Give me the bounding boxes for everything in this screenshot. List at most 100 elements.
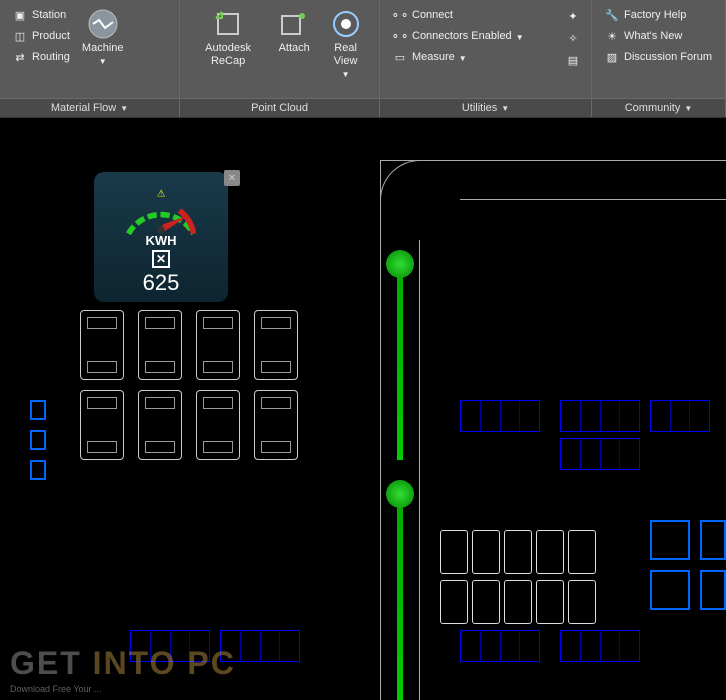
factory-help-button[interactable]: 🔧 Factory Help [602, 6, 714, 24]
measure-button[interactable]: ▭ Measure ▼ [390, 48, 557, 66]
recap-icon [212, 8, 244, 40]
factory-help-label: Factory Help [624, 9, 686, 21]
machine-unit [254, 390, 298, 460]
watermark-sub: Download Free Your ... [10, 684, 102, 694]
unit [504, 580, 532, 624]
panel-title-community[interactable]: Community ▼ [592, 98, 725, 117]
chevron-down-icon: ▼ [120, 104, 128, 113]
realview-label: Real View [324, 42, 367, 68]
machine-button[interactable]: Machine ▼ [76, 4, 130, 70]
realview-icon [330, 8, 362, 40]
gauge-unit: KWH [145, 233, 176, 248]
help-icon: 🔧 [604, 7, 620, 23]
pallet [650, 400, 710, 432]
routing-label: Routing [32, 51, 70, 63]
svg-text:⚠: ⚠ [157, 189, 165, 199]
tool-icon-1[interactable]: ✦ [565, 8, 581, 24]
machine-unit [254, 310, 298, 380]
chevron-down-icon: ▼ [342, 70, 350, 79]
chevron-down-icon: ▼ [99, 57, 107, 66]
unit [568, 530, 596, 574]
measure-icon: ▭ [392, 49, 408, 65]
unit [568, 580, 596, 624]
gauge-widget[interactable]: ✕ ⚠ KWH ✕ 625 [94, 172, 228, 302]
whats-new-label: What's New [624, 30, 682, 42]
station-label: Station [32, 9, 66, 21]
panel-community: 🔧 Factory Help ☀ What's New ▨ Discussion… [592, 0, 726, 117]
attach-icon [278, 8, 310, 40]
realview-button[interactable]: Real View ▼ [318, 4, 373, 83]
panel-material-flow: ▣ Station ◫ Product ⇄ Routing Machine ▼ [0, 0, 180, 117]
flow-node [386, 250, 414, 278]
machine-unit [138, 390, 182, 460]
sun-icon: ☀ [604, 28, 620, 44]
unit-row [440, 580, 596, 624]
station-icon: ▣ [12, 7, 28, 23]
discussion-label: Discussion Forum [624, 51, 712, 63]
connectors-icon: ⚬⚬ [392, 28, 408, 44]
machine-unit [138, 310, 182, 380]
machine-label: Machine [82, 42, 124, 55]
routing-button[interactable]: ⇄ Routing [10, 48, 72, 66]
chevron-down-icon: ▼ [501, 104, 509, 113]
product-button[interactable]: ◫ Product [10, 27, 72, 45]
blue-box [700, 520, 726, 560]
close-icon[interactable]: ✕ [224, 170, 240, 186]
blue-box [650, 570, 690, 610]
panel-title-point-cloud: Point Cloud [180, 98, 379, 117]
pallet [460, 400, 540, 432]
product-icon: ◫ [12, 28, 28, 44]
unit [472, 530, 500, 574]
panel-utilities: ⚬⚬ Connect ⚬⚬ Connectors Enabled ▼ ▭ Mea… [380, 0, 592, 117]
recap-button[interactable]: Autodesk ReCap [186, 4, 270, 72]
attach-label: Attach [279, 42, 310, 55]
conveyor-curve [380, 160, 460, 240]
unit [440, 580, 468, 624]
pallet [460, 630, 540, 662]
small-box [30, 400, 46, 420]
pallet [560, 630, 640, 662]
small-box [30, 430, 46, 450]
unit [536, 580, 564, 624]
machine-unit [80, 390, 124, 460]
connect-icon: ⚬⚬ [392, 7, 408, 23]
ribbon: ▣ Station ◫ Product ⇄ Routing Machine ▼ [0, 0, 726, 118]
machine-icon [87, 8, 119, 40]
canvas-viewport[interactable]: ✕ ⚠ KWH ✕ 625 GET INTO PC Download Free … [0, 140, 726, 700]
flow-line [397, 260, 403, 460]
discussion-forum-button[interactable]: ▨ Discussion Forum [602, 48, 714, 66]
machine-row [80, 390, 298, 460]
attach-button[interactable]: Attach [270, 4, 318, 59]
recap-label: Autodesk ReCap [192, 42, 264, 68]
blue-box [700, 570, 726, 610]
gauge-x-icon: ✕ [152, 250, 170, 268]
measure-label: Measure [412, 51, 455, 63]
panel-point-cloud: Autodesk ReCap Attach Real View ▼ Point … [180, 0, 380, 117]
connectors-label: Connectors Enabled [412, 30, 512, 42]
product-label: Product [32, 30, 70, 42]
connect-label: Connect [412, 9, 453, 21]
tool-icon-3[interactable]: ▤ [565, 52, 581, 68]
unit-row [440, 530, 596, 574]
machine-row [80, 310, 298, 380]
chevron-down-icon: ▼ [459, 54, 467, 63]
chevron-down-icon: ▼ [516, 33, 524, 42]
forum-icon: ▨ [604, 49, 620, 65]
whats-new-button[interactable]: ☀ What's New [602, 27, 714, 45]
gauge-value: 625 [143, 270, 180, 296]
connect-button[interactable]: ⚬⚬ Connect [390, 6, 557, 24]
watermark: GET INTO PC [10, 645, 236, 682]
flow-node [386, 480, 414, 508]
panel-title-utilities[interactable]: Utilities ▼ [380, 98, 591, 117]
small-box [30, 460, 46, 480]
unit [472, 580, 500, 624]
unit [440, 530, 468, 574]
unit [504, 530, 532, 574]
blue-box [650, 520, 690, 560]
station-button[interactable]: ▣ Station [10, 6, 72, 24]
tool-icon-2[interactable]: ✧ [565, 30, 581, 46]
connectors-enabled-button[interactable]: ⚬⚬ Connectors Enabled ▼ [390, 27, 557, 45]
flow-line [397, 500, 403, 700]
panel-title-material-flow[interactable]: Material Flow ▼ [0, 98, 179, 117]
unit [536, 530, 564, 574]
